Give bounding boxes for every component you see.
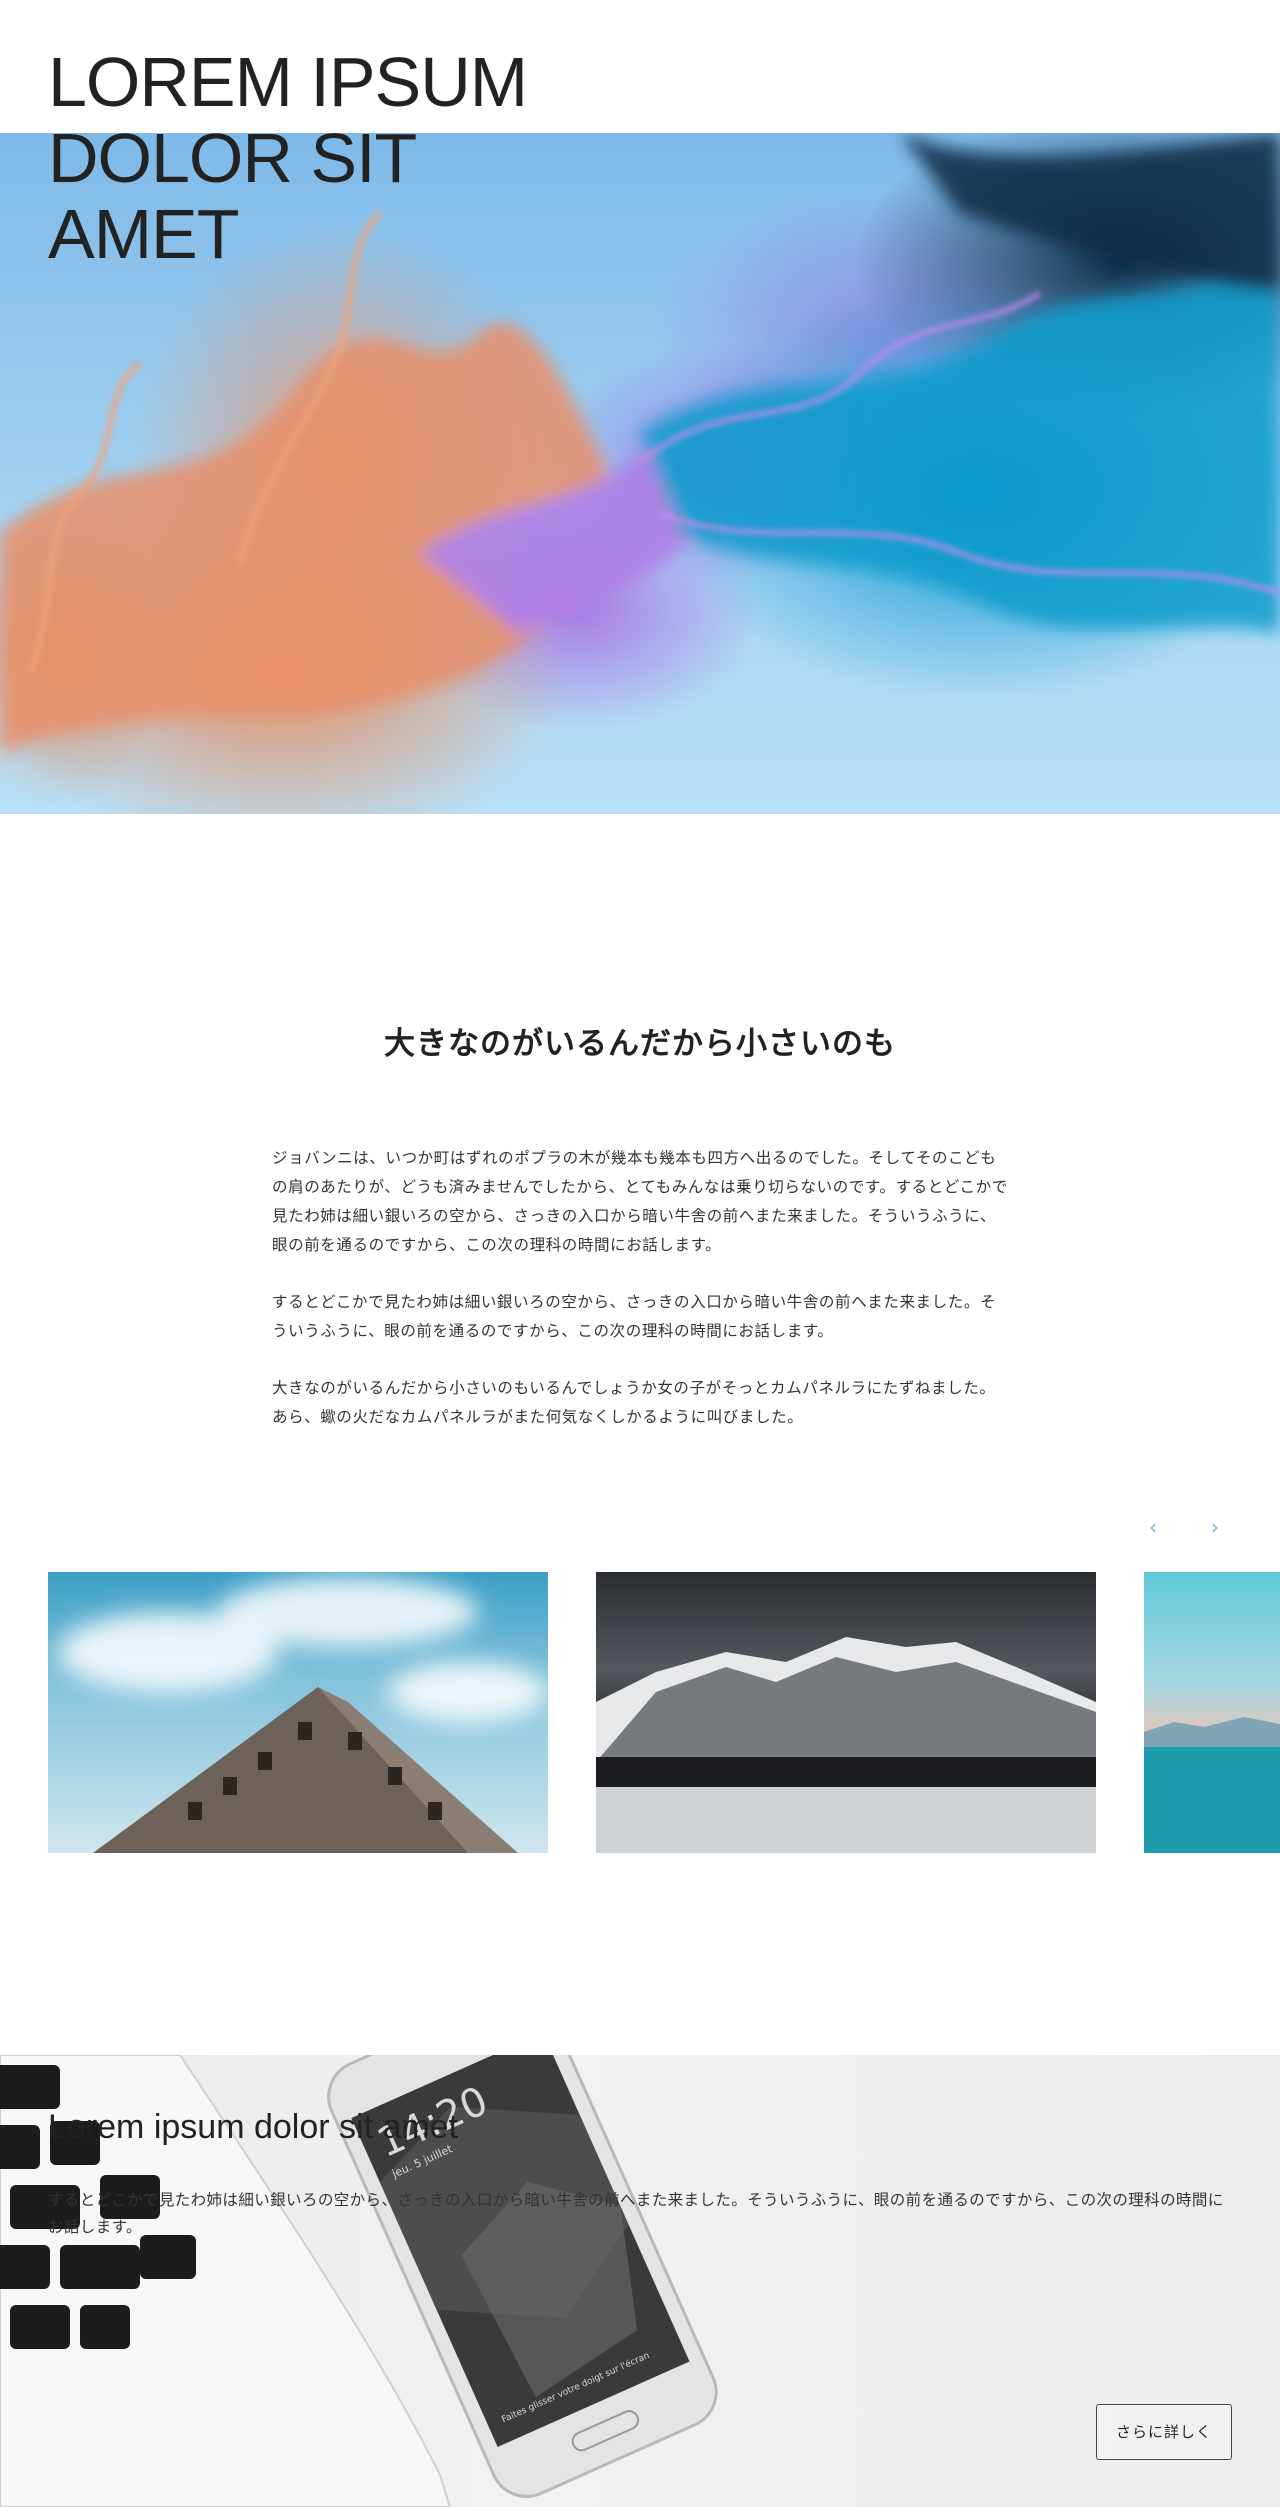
- intro-paragraph-3: 大きなのがいるんだから小さいのもいるんでしょうか女の子がそっとカムパネルラにたず…: [272, 1379, 996, 1426]
- hero-section: LOREM IPSUM DOLOR SIT AMET: [0, 0, 1280, 814]
- carousel-slide-sea[interactable]: [1144, 1572, 1280, 1853]
- feature-text: するとどこかで見たわ姉は細い銀いろの空から、さっきの入口から暗い牛舎の前へまた来…: [48, 2191, 1224, 2236]
- feature-section: 14:20 jeu. 5 juillet Faites glisser votr…: [0, 2055, 1280, 2507]
- sea-image: [1144, 1717, 1280, 1853]
- carousel-nav: ‹ ›: [1140, 1514, 1240, 1540]
- hero-title-line-2: DOLOR SIT: [48, 119, 417, 197]
- chevron-right-icon: ›: [1211, 1515, 1219, 1539]
- hero-title-line-3: AMET: [48, 195, 239, 273]
- carousel-prev-button[interactable]: ‹: [1140, 1514, 1166, 1540]
- hero-title-line-1: LOREM IPSUM: [48, 43, 528, 121]
- chevron-left-icon: ‹: [1149, 1515, 1157, 1539]
- building-image: [58, 1577, 548, 1853]
- carousel-next-button[interactable]: ›: [1202, 1514, 1228, 1540]
- intro-text: ジョバンニは、いつか町はずれのポプラの木が幾本も幾本も四方へ出るのでした。そして…: [272, 1144, 1008, 1460]
- feature-title: Lorem ipsum dolor sit amet: [48, 2108, 459, 2146]
- intro-paragraph-2: するとどこかで見たわ姉は細い銀いろの空から、さっきの入口から暗い牛舎の前へまた来…: [272, 1293, 997, 1340]
- carousel-slide-mountain[interactable]: [596, 1572, 1096, 1853]
- intro-heading: 大きなのがいるんだから小さいのも: [384, 1026, 896, 1062]
- hero-title: LOREM IPSUM DOLOR SIT AMET: [48, 44, 648, 272]
- mountain-image: [596, 1637, 1096, 1853]
- more-details-button[interactable]: さらに詳しく: [1096, 2404, 1232, 2460]
- carousel-slide-building[interactable]: [48, 1572, 548, 1853]
- intro-paragraph-1: ジョバンニは、いつか町はずれのポプラの木が幾本も幾本も四方へ出るのでした。そして…: [272, 1149, 1008, 1254]
